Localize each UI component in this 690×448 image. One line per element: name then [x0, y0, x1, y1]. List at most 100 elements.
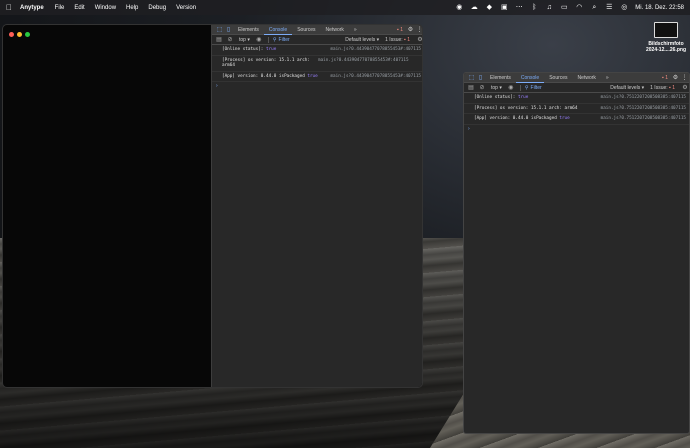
log-text: [Online status]: [474, 95, 518, 100]
settings-icon[interactable]: ⚙ [406, 26, 415, 33]
log-source-link[interactable]: main.js?0.44390477078855453#:407115 [330, 47, 421, 53]
devtools-tab-bar: ⬚ ▯ Elements Console Sources Network » ▪… [212, 25, 423, 35]
context-select[interactable]: top ▾ [237, 37, 252, 43]
sidebar-toggle-icon[interactable]: ▤ [467, 84, 475, 91]
minimize-window-button[interactable] [17, 32, 22, 37]
device-toggle-icon[interactable]: ▯ [224, 25, 233, 35]
error-count: 1 [400, 26, 403, 33]
error-badge[interactable]: ▪ 1 [394, 27, 406, 33]
log-source-link[interactable]: main.js?0.7512207208508385:407115 [601, 116, 686, 122]
device-toggle-icon[interactable]: ▯ [476, 73, 485, 83]
menu-file[interactable]: File [55, 5, 65, 11]
clear-console-icon[interactable]: ⊘ [478, 84, 486, 91]
dots-icon[interactable]: ⋯ [515, 4, 523, 11]
filter-field[interactable]: ⚲ Filter [519, 84, 577, 91]
console-message: [App] version: 0.44.0 isPackaged true ma… [464, 114, 689, 125]
devtools-window: ⬚ ▯ Elements Console Sources Network » ▪… [463, 72, 690, 434]
cloud-icon[interactable]: ☁ [470, 4, 478, 11]
filter-field[interactable]: ⚲ Filter [267, 36, 325, 43]
menu-edit[interactable]: Edit [74, 5, 84, 11]
filter-input[interactable]: Filter [531, 85, 577, 91]
more-tabs-button[interactable]: » [601, 73, 614, 83]
bluetooth-icon[interactable]: ᛒ [530, 4, 538, 11]
log-source-link[interactable]: main.js?0.7512207208508385:407115 [601, 106, 686, 112]
more-options-icon[interactable]: ⋮ [415, 26, 423, 33]
tab-network[interactable]: Network [321, 25, 349, 35]
app-icon[interactable]: ▣ [500, 4, 508, 11]
dropbox-icon[interactable]: ◆ [485, 4, 493, 11]
log-value: true [517, 95, 529, 100]
battery-icon[interactable]: ▭ [560, 4, 568, 11]
context-value: top [491, 84, 498, 91]
status-area: ◉ ☁ ◆ ▣ ⋯ ᛒ ♫ ▭ ◠ ⌕ ☰ ◎ Mi. 18. Dez. 22:… [455, 4, 684, 11]
screen-record-icon[interactable]: ◉ [455, 4, 463, 11]
menu-app-name[interactable]: Anytype [20, 5, 44, 11]
tab-elements[interactable]: Elements [485, 73, 516, 83]
menu-debug[interactable]: Debug [148, 5, 166, 11]
filter-icon: ⚲ [272, 36, 277, 43]
more-options-icon[interactable]: ⋮ [680, 74, 689, 81]
console-message: [Process] os version: 15.1.1 arch: arm64… [464, 104, 689, 114]
close-window-button[interactable] [9, 32, 14, 37]
menu-clock[interactable]: Mi. 18. Dez. 22:58 [635, 5, 684, 11]
log-text: [App] version: 0.44.0 isPackaged [222, 73, 308, 79]
filter-input[interactable]: Filter [279, 37, 325, 43]
console-settings-icon[interactable]: ⚙ [416, 36, 422, 43]
menu-window[interactable]: Window [95, 5, 116, 11]
error-count: 1 [665, 74, 668, 81]
log-text: [Online status]: [222, 47, 266, 52]
issues-count: 1 [672, 84, 675, 91]
log-levels-select[interactable]: Default levels ▾ [610, 85, 647, 91]
log-levels-value: Default levels [610, 84, 641, 91]
window-controls [9, 32, 30, 37]
tab-console[interactable]: Console [263, 25, 293, 35]
file-thumbnail [654, 22, 678, 38]
apple-menu-icon[interactable]:  [6, 3, 16, 12]
log-text: [App] version: 0.44.0 isPackaged [474, 116, 560, 121]
issues-button[interactable]: 1 Issue: ▪ 1 [385, 37, 413, 43]
tab-network[interactable]: Network [573, 73, 601, 83]
console-settings-icon[interactable]: ⚙ [681, 84, 689, 91]
console-prompt[interactable]: › [212, 82, 422, 91]
desktop-file[interactable]: Bildschirmfoto 2024-12....26.png [646, 22, 686, 53]
eye-icon[interactable]: ◉ [507, 84, 515, 91]
log-text: [Process] os version: 15.1.1 arch: arm64 [474, 105, 578, 111]
console-prompt[interactable]: › [464, 125, 689, 134]
eye-icon[interactable]: ◉ [255, 36, 263, 43]
tab-sources[interactable]: Sources [292, 25, 320, 35]
inspect-icon[interactable]: ⬚ [467, 73, 476, 83]
issues-label: 1 Issue: [650, 84, 668, 91]
tab-sources[interactable]: Sources [544, 73, 572, 83]
siri-icon[interactable]: ◎ [620, 4, 628, 11]
console-toolbar: ▤ ⊘ top ▾ ◉ ⚲ Filter Default levels ▾ 1 … [212, 35, 422, 45]
log-value: true [265, 47, 277, 52]
control-center-icon[interactable]: ☰ [605, 4, 613, 11]
settings-icon[interactable]: ⚙ [671, 74, 680, 81]
headphones-icon[interactable]: ♫ [545, 4, 553, 11]
search-icon[interactable]: ⌕ [590, 4, 598, 11]
tab-elements[interactable]: Elements [233, 25, 264, 35]
menu-version[interactable]: Version [176, 5, 196, 11]
console-message: [App] version: 0.44.0 isPackaged true ma… [212, 72, 422, 82]
log-source-link[interactable]: main.js?0.44390477078855453#:407115 [318, 58, 409, 64]
maximize-window-button[interactable] [25, 32, 30, 37]
log-levels-select[interactable]: Default levels ▾ [345, 37, 382, 43]
context-select[interactable]: top ▾ [489, 85, 504, 91]
devtools-tab-bar: ⬚ ▯ Elements Console Sources Network » ▪… [464, 73, 689, 83]
log-source-link[interactable]: main.js?0.44390477078855453#:407115 [330, 74, 421, 80]
more-tabs-button[interactable]: » [349, 25, 362, 35]
tab-console[interactable]: Console [515, 73, 545, 83]
issues-label: 1 Issue: [385, 36, 403, 43]
console-toolbar: ▤ ⊘ top ▾ ◉ ⚲ Filter Default levels ▾ 1 … [464, 83, 689, 93]
console-message: [Online status]: true main.js?0.75122072… [464, 93, 689, 104]
menu-help[interactable]: Help [126, 5, 138, 11]
inspect-icon[interactable]: ⬚ [215, 25, 224, 35]
sidebar-toggle-icon[interactable]: ▤ [215, 36, 223, 43]
log-source-link[interactable]: main.js?0.7512207208508385:407115 [601, 95, 686, 101]
issues-button[interactable]: 1 Issue: ▪ 1 [650, 85, 678, 91]
error-badge[interactable]: ▪ 1 [659, 75, 671, 81]
wifi-icon[interactable]: ◠ [575, 4, 583, 11]
clear-console-icon[interactable]: ⊘ [226, 36, 234, 43]
filter-icon: ⚲ [524, 84, 529, 91]
log-value: true [307, 73, 318, 79]
